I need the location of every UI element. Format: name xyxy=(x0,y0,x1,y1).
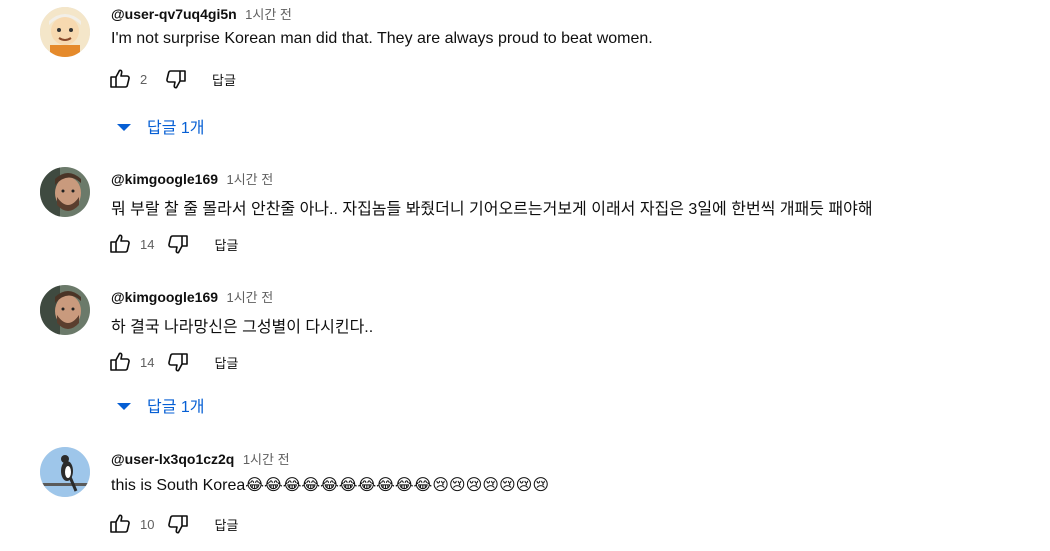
thumb-up-icon xyxy=(110,69,130,88)
dislike-button[interactable] xyxy=(164,67,188,91)
thumb-up-icon xyxy=(110,234,130,253)
like-button[interactable] xyxy=(108,67,132,91)
comment-author[interactable]: @user-qv7uq4gi5n xyxy=(111,6,237,22)
comment-author[interactable]: @kimgoogle169 xyxy=(111,289,218,305)
comment-header: @user-qv7uq4gi5n 1시간 전 xyxy=(111,4,292,24)
comment-actions: 14 답글 xyxy=(108,231,238,257)
like-button[interactable] xyxy=(108,512,132,536)
like-count: 10 xyxy=(140,516,155,532)
comment-author[interactable]: @kimgoogle169 xyxy=(111,171,218,187)
comment-header: @kimgoogle169 1시간 전 xyxy=(111,287,273,307)
avatar[interactable] xyxy=(40,167,90,217)
comment-time[interactable]: 1시간 전 xyxy=(243,452,290,467)
avatar[interactable] xyxy=(40,285,90,335)
dislike-button[interactable] xyxy=(166,512,190,536)
comment-header: @user-lx3qo1cz2q 1시간 전 xyxy=(111,449,290,469)
replies-count-label: 답글 1개 xyxy=(147,399,205,416)
comment-actions: 2 답글 xyxy=(108,66,236,92)
dislike-button[interactable] xyxy=(166,350,190,374)
reply-button[interactable]: 답글 xyxy=(214,515,238,534)
comment-text: I'm not surprise Korean man did that. Th… xyxy=(111,30,653,47)
comment-time[interactable]: 1시간 전 xyxy=(245,7,292,22)
comment-text: 하 결국 나라망신은 그성별이 다시킨다.. xyxy=(111,319,374,336)
comment-header: @kimgoogle169 1시간 전 xyxy=(111,169,273,189)
comment-time[interactable]: 1시간 전 xyxy=(226,290,273,305)
like-count: 14 xyxy=(140,236,155,252)
like-button[interactable] xyxy=(108,350,132,374)
thumb-down-icon xyxy=(168,353,189,372)
view-replies-button[interactable]: 답글 1개 xyxy=(117,114,205,138)
reply-button[interactable]: 답글 xyxy=(214,353,238,372)
reply-button[interactable]: 답글 xyxy=(214,235,238,254)
reply-button[interactable]: 답글 xyxy=(212,70,236,89)
thumb-down-icon xyxy=(168,235,189,254)
thumb-up-icon xyxy=(110,514,130,533)
comment-text: 뭐 부랄 찰 줄 몰라서 안찬줄 아나.. 자집놈들 봐줬더니 기어오르는거보게… xyxy=(111,201,873,218)
comment-actions: 10 답글 xyxy=(108,511,238,537)
avatar[interactable] xyxy=(40,447,90,497)
thumb-down-icon xyxy=(168,515,189,534)
caret-down-icon xyxy=(117,402,131,410)
view-replies-button[interactable]: 답글 1개 xyxy=(117,393,205,417)
comment-text: this is South Korea😂😂😂😂😂😂😂😂😂😂😢😢😢😢😢😢😢 xyxy=(111,477,550,494)
thumb-up-icon xyxy=(110,352,130,371)
thumb-down-icon xyxy=(166,70,186,89)
replies-count-label: 답글 1개 xyxy=(147,120,205,137)
dislike-button[interactable] xyxy=(166,232,190,256)
comment-actions: 14 답글 xyxy=(108,349,238,375)
caret-down-icon xyxy=(117,123,131,131)
like-count: 14 xyxy=(140,354,155,370)
like-count: 2 xyxy=(140,71,148,87)
comment-author[interactable]: @user-lx3qo1cz2q xyxy=(111,451,234,467)
comment-time[interactable]: 1시간 전 xyxy=(226,172,273,187)
like-button[interactable] xyxy=(108,232,132,256)
avatar[interactable] xyxy=(40,7,90,57)
